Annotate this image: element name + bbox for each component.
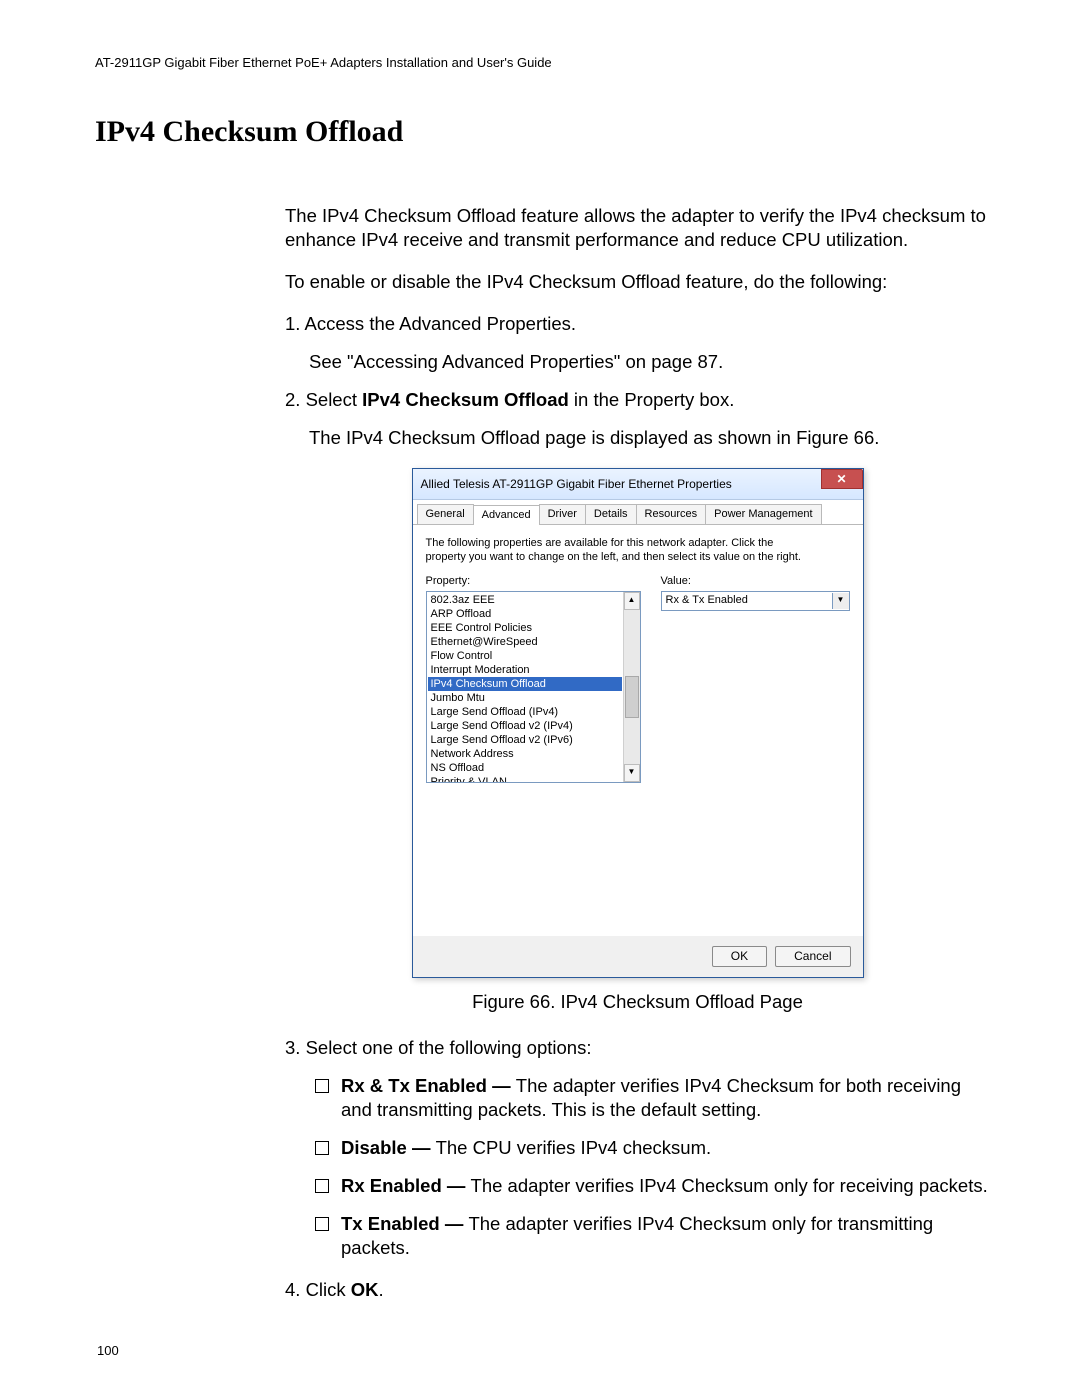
cancel-button[interactable]: Cancel	[775, 946, 850, 968]
list-item[interactable]: 802.3az EEE	[428, 593, 622, 607]
list-item[interactable]: EEE Control Policies	[428, 621, 622, 635]
list-item[interactable]: ARP Offload	[428, 607, 622, 621]
tab-power[interactable]: Power Management	[705, 504, 821, 523]
option-3-bold: Rx Enabled —	[341, 1175, 471, 1196]
step-3: 3. Select one of the following options:	[285, 1036, 990, 1060]
tab-details[interactable]: Details	[585, 504, 637, 523]
page-title: IPv4 Checksum Offload	[95, 115, 990, 149]
intro-paragraph: The IPv4 Checksum Offload feature allows…	[285, 204, 990, 252]
step-2-bold: IPv4 Checksum Offload	[362, 389, 569, 410]
scroll-down-icon[interactable]: ▼	[624, 764, 640, 782]
option-disable: Disable — The CPU verifies IPv4 checksum…	[315, 1136, 990, 1160]
step-2-note: The IPv4 Checksum Offload page is displa…	[309, 426, 990, 450]
tab-advanced[interactable]: Advanced	[473, 505, 540, 524]
checkbox-icon	[315, 1217, 329, 1231]
option-tx: Tx Enabled — The adapter verifies IPv4 C…	[315, 1212, 990, 1260]
page-number: 100	[97, 1343, 990, 1358]
option-4-bold: Tx Enabled —	[341, 1213, 468, 1234]
dialog-hint: The following properties are available f…	[426, 536, 806, 565]
chevron-down-icon[interactable]: ▼	[832, 593, 849, 609]
step-4-bold: OK	[351, 1279, 379, 1300]
list-item[interactable]: Network Address	[428, 747, 622, 761]
dialog-tabs: General Advanced Driver Details Resource…	[413, 500, 863, 524]
listbox-scrollbar[interactable]: ▲ ▼	[623, 592, 640, 782]
checkbox-icon	[315, 1141, 329, 1155]
doc-header: AT-2911GP Gigabit Fiber Ethernet PoE+ Ad…	[95, 55, 990, 70]
lead-paragraph: To enable or disable the IPv4 Checksum O…	[285, 270, 990, 294]
value-label: Value:	[661, 574, 850, 588]
list-item[interactable]: Large Send Offload v2 (IPv6)	[428, 733, 622, 747]
checkbox-icon	[315, 1079, 329, 1093]
ok-button[interactable]: OK	[712, 946, 767, 968]
tab-driver[interactable]: Driver	[539, 504, 586, 523]
option-rx-tx: Rx & Tx Enabled — The adapter verifies I…	[315, 1074, 990, 1122]
property-label: Property:	[426, 574, 641, 588]
close-button[interactable]: ✕	[821, 469, 863, 489]
step-1: 1. Access the Advanced Properties.	[285, 313, 576, 334]
list-item[interactable]: NS Offload	[428, 761, 622, 775]
step-2-post: in the Property box.	[569, 389, 735, 410]
value-dropdown[interactable]: Rx & Tx Enabled ▼	[661, 591, 850, 611]
scroll-up-icon[interactable]: ▲	[624, 592, 640, 610]
option-2-text: The CPU verifies IPv4 checksum.	[436, 1137, 712, 1158]
list-item[interactable]: Ethernet@WireSpeed	[428, 635, 622, 649]
option-1-bold: Rx & Tx Enabled —	[341, 1075, 516, 1096]
properties-dialog: Allied Telesis AT-2911GP Gigabit Fiber E…	[412, 468, 864, 978]
list-item[interactable]: Large Send Offload (IPv4)	[428, 705, 622, 719]
step-2-pre: 2. Select	[285, 389, 362, 410]
step-4-post: .	[379, 1279, 384, 1300]
list-item[interactable]: Large Send Offload v2 (IPv4)	[428, 719, 622, 733]
option-2-bold: Disable —	[341, 1137, 436, 1158]
list-item[interactable]: Flow Control	[428, 649, 622, 663]
value-selected: Rx & Tx Enabled	[666, 593, 748, 607]
tab-general[interactable]: General	[417, 504, 474, 523]
property-listbox[interactable]: 802.3az EEEARP OffloadEEE Control Polici…	[426, 591, 641, 783]
list-item[interactable]: Priority & VLAN	[428, 775, 622, 783]
dialog-title: Allied Telesis AT-2911GP Gigabit Fiber E…	[421, 477, 732, 493]
option-rx: Rx Enabled — The adapter verifies IPv4 C…	[315, 1174, 990, 1198]
step-4-pre: 4. Click	[285, 1279, 351, 1300]
scroll-thumb[interactable]	[625, 676, 639, 718]
list-item[interactable]: Interrupt Moderation	[428, 663, 622, 677]
option-3-text: The adapter verifies IPv4 Checksum only …	[471, 1175, 988, 1196]
list-item[interactable]: Jumbo Mtu	[428, 691, 622, 705]
list-item[interactable]: IPv4 Checksum Offload	[428, 677, 622, 691]
tab-resources[interactable]: Resources	[636, 504, 707, 523]
checkbox-icon	[315, 1179, 329, 1193]
step-1-note: See "Accessing Advanced Properties" on p…	[309, 350, 990, 374]
figure-caption: Figure 66. IPv4 Checksum Offload Page	[285, 990, 990, 1014]
